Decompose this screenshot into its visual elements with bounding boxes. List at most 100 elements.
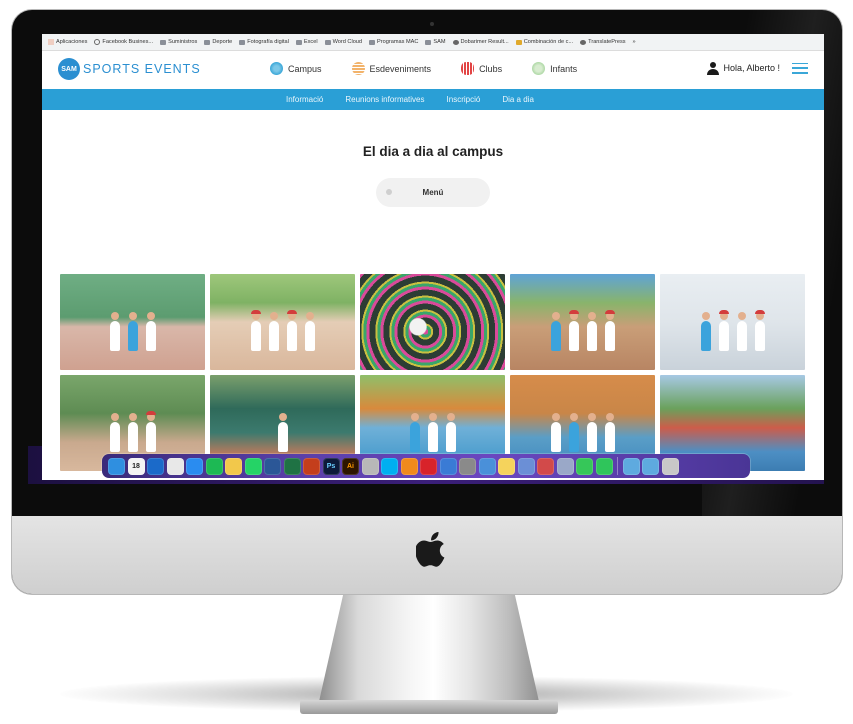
subnav-dia-a-dia[interactable]: Dia a dia <box>502 95 534 104</box>
opera-icon[interactable] <box>420 457 437 475</box>
files-icon[interactable] <box>517 457 535 475</box>
logo-badge: SAM <box>58 58 80 80</box>
campus-icon <box>270 62 283 75</box>
photos-icon[interactable] <box>225 457 242 475</box>
skype-icon[interactable] <box>381 457 398 475</box>
hamburger-menu-icon[interactable] <box>792 62 808 74</box>
bookmark-label: Fotografía digital <box>247 39 289 45</box>
infants-icon <box>532 62 546 75</box>
bookmark-label: Excel <box>303 39 318 45</box>
gallery-photo[interactable] <box>660 274 805 370</box>
whatsapp-icon[interactable] <box>244 457 262 475</box>
nav-item-clubs[interactable]: Clubs <box>461 62 502 75</box>
excel-icon[interactable] <box>283 457 301 475</box>
bookmark-item[interactable]: Programas MAC <box>369 39 418 45</box>
preview-icon[interactable] <box>478 457 496 475</box>
network-icon[interactable] <box>439 457 457 475</box>
calendar-icon[interactable]: 18 <box>127 457 145 475</box>
finder-icon[interactable] <box>108 457 125 475</box>
bookmark-item[interactable]: Suministros <box>160 39 197 45</box>
bookmark-item[interactable]: Fotografía digital <box>239 39 289 45</box>
clubs-icon <box>461 62 475 75</box>
gallery-photo[interactable] <box>510 274 655 370</box>
bookmark-item[interactable]: Deporte <box>204 39 232 45</box>
user-icon <box>707 62 720 75</box>
macos-dock: 18 Ps Ai <box>102 454 750 478</box>
subnav-informacio[interactable]: Informació <box>286 95 323 104</box>
notes-icon[interactable] <box>498 457 515 475</box>
facetime-icon[interactable] <box>595 457 613 475</box>
menu-dot-icon <box>386 189 392 195</box>
illustrator-icon[interactable]: Ai <box>342 457 359 475</box>
nav-label: Campus <box>288 63 322 74</box>
nav-label: Clubs <box>479 63 503 74</box>
settings-icon[interactable] <box>459 457 476 475</box>
video-icon[interactable] <box>537 457 554 475</box>
bookmark-label: Facebook Busines... <box>102 39 154 45</box>
bookmark-item[interactable]: Excel <box>295 39 318 45</box>
folder-docs-icon[interactable] <box>642 457 659 475</box>
nav-label: Infants <box>550 63 578 74</box>
folder-icon <box>295 39 302 45</box>
vlc-icon[interactable] <box>400 457 418 475</box>
bookmark-label: Deporte <box>212 39 233 45</box>
outlook-icon[interactable] <box>147 457 164 475</box>
menu-button[interactable]: Menú <box>376 178 490 207</box>
camera-icon <box>430 22 434 26</box>
sub-nav: Informació Reunions informatives Inscrip… <box>42 89 824 110</box>
folder-icon <box>369 39 376 45</box>
greeting-text: Hola, Alberto ! <box>723 63 780 73</box>
gallery-photo[interactable] <box>360 274 505 370</box>
app-store-icon[interactable] <box>186 457 203 475</box>
bookmark-label: Aplicaciones <box>56 39 88 45</box>
nav-item-campus[interactable]: Campus <box>270 62 322 75</box>
word-icon[interactable] <box>264 457 281 475</box>
bookmark-item[interactable]: Dobarimer Result... <box>452 39 509 45</box>
imac-stand-foot <box>300 700 558 714</box>
bookmark-label: Dobarimer Result... <box>460 39 509 45</box>
bookmark-label: TranslatePress <box>588 39 626 45</box>
page-title: El dia a dia al campus <box>362 144 504 159</box>
automator-icon[interactable] <box>361 457 379 475</box>
events-icon <box>351 62 365 75</box>
main-nav: Campus Esdeveniments Clubs Infants <box>270 62 607 75</box>
bookmark-item[interactable]: Aplicaciones <box>48 39 87 45</box>
powerpoint-icon[interactable] <box>303 457 320 475</box>
result-icon <box>452 39 459 45</box>
messages-icon[interactable] <box>576 457 593 475</box>
gallery-photo[interactable] <box>60 274 205 370</box>
bookmark-item[interactable]: Facebook Busines... <box>94 39 153 45</box>
nav-item-infants[interactable]: Infants <box>532 62 577 75</box>
translatepress-icon <box>580 39 587 45</box>
screen-icon[interactable] <box>556 457 574 475</box>
subnav-reunions[interactable]: Reunions informatives <box>345 95 424 104</box>
site-logo[interactable]: SAM SPORTS EVENTS <box>58 58 201 80</box>
user-menu[interactable]: Hola, Alberto ! <box>707 61 808 75</box>
folder-icon <box>324 39 331 45</box>
subnav-inscripcio[interactable]: Inscripció <box>447 95 481 104</box>
bookmark-label: Programas MAC <box>377 39 419 45</box>
gallery-photo[interactable] <box>210 274 355 370</box>
bookmark-item[interactable]: Combinación de c... <box>515 39 574 45</box>
facebook-icon <box>94 39 101 45</box>
bookmark-item[interactable]: » <box>633 39 636 45</box>
menu-button-label: Menú <box>422 188 444 197</box>
bookmark-item[interactable]: TranslatePress <box>580 39 626 45</box>
bookmark-item[interactable]: SAM <box>425 39 446 45</box>
imac-chin <box>12 516 842 594</box>
folder-icon <box>425 39 432 45</box>
chrome-icon[interactable] <box>166 457 184 475</box>
spotify-icon[interactable] <box>205 457 223 475</box>
bookmark-item[interactable]: Word Cloud <box>324 39 362 45</box>
combination-icon <box>515 39 522 45</box>
bookmark-label: Combinación de c... <box>523 39 574 45</box>
dock-separator <box>617 457 618 475</box>
folder-downloads-icon[interactable] <box>622 457 640 475</box>
photo-gallery <box>60 274 806 471</box>
folder-icon <box>239 39 246 45</box>
bookmark-label: SAM <box>433 39 446 45</box>
folder-icon <box>160 39 167 45</box>
trash-icon[interactable] <box>661 457 679 475</box>
photoshop-icon[interactable]: Ps <box>322 457 340 475</box>
nav-item-esdeveniments[interactable]: Esdeveniments <box>351 62 431 75</box>
